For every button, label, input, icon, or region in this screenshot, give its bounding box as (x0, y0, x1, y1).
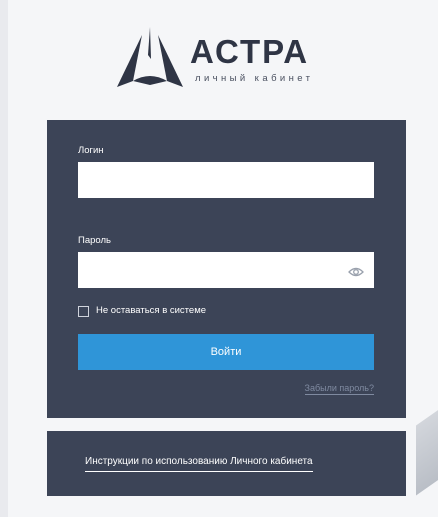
password-input[interactable] (78, 252, 374, 288)
background-edge (0, 0, 8, 517)
astra-logo-icon (117, 27, 183, 87)
logo-title: АСТРА (190, 33, 310, 70)
stay-logged-out-label[interactable]: Не оставаться в системе (96, 305, 206, 316)
login-label: Логин (78, 145, 104, 156)
password-label: Пароль (78, 235, 111, 246)
stay-logged-out-checkbox[interactable] (78, 306, 89, 317)
login-button[interactable]: Войти (78, 334, 374, 370)
instructions-link[interactable]: Инструкции по использованию Личного каби… (85, 456, 313, 472)
forgot-password-link[interactable]: Забыли пароль? (304, 383, 374, 395)
logo: АСТРА личный кабинет (115, 25, 345, 93)
logo-subtitle: личный кабинет (195, 73, 314, 84)
show-password-eye-icon[interactable] (348, 264, 364, 280)
login-form: Логин Пароль Не оставаться в системе Вой… (47, 120, 406, 418)
login-input[interactable] (78, 162, 374, 198)
instructions-panel: Инструкции по использованию Личного каби… (47, 431, 406, 496)
decorative-shape (416, 404, 438, 496)
